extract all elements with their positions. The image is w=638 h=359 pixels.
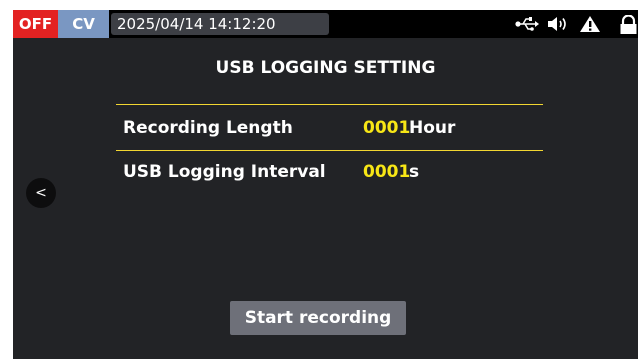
page-title: USB LOGGING SETTING [215,58,436,78]
logging-interval-unit: s [409,162,420,182]
divider-top [116,104,543,105]
lock-icon [619,14,638,38]
back-button[interactable]: < [26,178,56,208]
recording-length-unit: Hour [409,118,456,138]
warning-icon [579,15,601,37]
output-off-badge[interactable]: OFF [13,10,58,38]
speaker-icon [547,15,571,37]
status-bar: OFF CV 2025/04/14 14:12:20 [13,10,638,38]
logging-interval-value[interactable]: 0001 [363,162,410,182]
device-screen: OFF CV 2025/04/14 14:12:20 USB LOGGING S… [13,10,638,359]
datetime-display: 2025/04/14 14:12:20 [111,13,329,35]
cv-mode-badge: CV [58,10,109,38]
usb-icon [515,15,539,37]
recording-length-value[interactable]: 0001 [363,118,410,138]
recording-length-label: Recording Length [123,118,293,138]
logging-interval-label: USB Logging Interval [123,162,326,182]
divider-bottom [116,150,543,151]
start-recording-button[interactable]: Start recording [230,301,406,335]
chevron-left-icon: < [35,185,47,201]
